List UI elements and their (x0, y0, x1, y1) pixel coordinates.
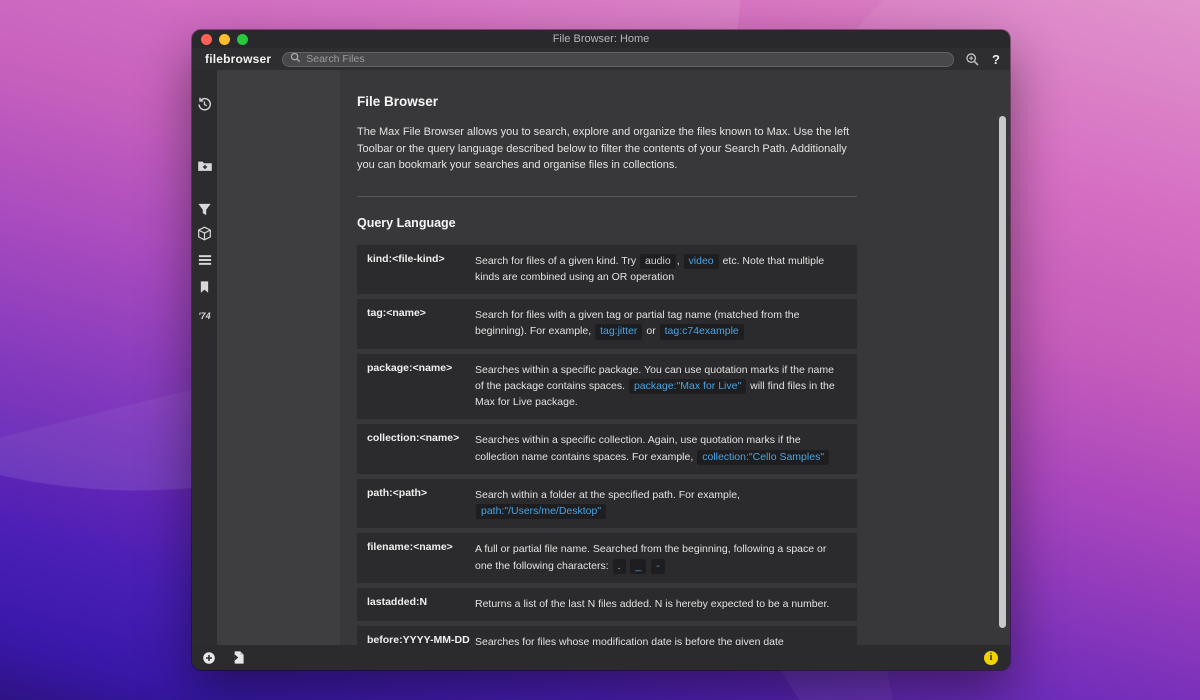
table-row: collection:<name>Searches within a speci… (357, 424, 857, 474)
status-bar: i (192, 645, 1010, 670)
query-key: package:<name> (357, 362, 475, 411)
query-key: path:<path> (357, 487, 475, 520)
query-description: Returns a list of the last N files added… (475, 596, 857, 612)
bookmark-icon[interactable] (197, 279, 213, 295)
section-title: Query Language (357, 216, 857, 230)
code-chip: collection:"Cello Samples" (697, 450, 829, 465)
table-row: package:<name>Searches within a specific… (357, 354, 857, 420)
zoom-button[interactable] (237, 34, 248, 45)
code-chip: path:"/Users/me/Desktop" (476, 504, 606, 519)
help-content-panel: File Browser The Max File Browser allows… (340, 70, 1010, 645)
titlebar[interactable]: File Browser: Home (192, 30, 1010, 48)
table-row: lastadded:NReturns a list of the last N … (357, 588, 857, 621)
minimize-button[interactable] (219, 34, 230, 45)
query-key: before:YYYY-MM-DD (357, 634, 475, 645)
zoom-in-icon[interactable] (965, 52, 980, 67)
vertical-scrollbar[interactable] (999, 116, 1006, 628)
file-list-panel[interactable] (217, 70, 340, 645)
cycling74-icon[interactable]: '74 (197, 308, 213, 324)
query-description: Search for files of a given kind. Try au… (475, 253, 857, 286)
code-chip: - (651, 559, 665, 574)
search-input[interactable] (306, 53, 946, 65)
info-icon[interactable]: i (984, 651, 998, 665)
folder-add-icon[interactable] (197, 158, 213, 174)
query-description: Searches within a specific collection. A… (475, 432, 857, 465)
search-box[interactable] (282, 52, 954, 67)
table-row: before:YYYY-MM-DDSearches for files whos… (357, 626, 857, 645)
add-icon[interactable] (202, 651, 216, 665)
code-chip: package:"Max for Live" (629, 379, 746, 394)
code-chip: . (613, 559, 626, 574)
toolbar: filebrowser ? (192, 48, 1010, 70)
package-icon[interactable] (197, 225, 213, 241)
traffic-lights (201, 34, 248, 45)
page-title: File Browser (357, 94, 857, 109)
filter-icon[interactable] (197, 201, 213, 217)
history-icon[interactable] (197, 96, 213, 112)
window-title: File Browser: Home (553, 33, 650, 45)
intro-paragraph: The Max File Browser allows you to searc… (357, 124, 857, 174)
query-key: lastadded:N (357, 596, 475, 612)
query-key: collection:<name> (357, 432, 475, 465)
close-button[interactable] (201, 34, 212, 45)
code-chip: tag:c74example (660, 324, 744, 339)
table-row: kind:<file-kind>Search for files of a gi… (357, 245, 857, 295)
query-description: Search within a folder at the specified … (475, 487, 857, 520)
app-label: filebrowser (205, 52, 271, 66)
list-icon[interactable] (197, 252, 213, 268)
sidebar-toolbar: '74 (192, 70, 217, 645)
query-description: Search for files with a given tag or par… (475, 307, 857, 340)
code-chip: tag:jitter (595, 324, 642, 339)
main-area: '74 File Browser The Max File Browser al… (192, 70, 1010, 645)
query-key: tag:<name> (357, 307, 475, 340)
query-key: kind:<file-kind> (357, 253, 475, 286)
query-description: Searches for files whose modification da… (475, 634, 857, 645)
query-description: A full or partial file name. Searched fr… (475, 541, 857, 574)
filebrowser-window: File Browser: Home filebrowser ? (192, 30, 1010, 670)
cycling74-label: '74 (198, 311, 210, 321)
table-row: path:<path>Search within a folder at the… (357, 479, 857, 529)
query-key: filename:<name> (357, 541, 475, 574)
table-row: tag:<name>Search for files with a given … (357, 299, 857, 349)
code-chip: video (684, 254, 719, 269)
import-file-icon[interactable] (230, 650, 245, 665)
query-table: kind:<file-kind>Search for files of a gi… (357, 245, 857, 646)
code-chip: _ (630, 559, 646, 574)
section-divider (357, 196, 857, 197)
query-description: Searches within a specific package. You … (475, 362, 857, 411)
table-row: filename:<name>A full or partial file na… (357, 533, 857, 583)
help-button[interactable]: ? (992, 52, 1000, 67)
code-chip: audio (640, 254, 676, 269)
search-icon (290, 50, 301, 68)
